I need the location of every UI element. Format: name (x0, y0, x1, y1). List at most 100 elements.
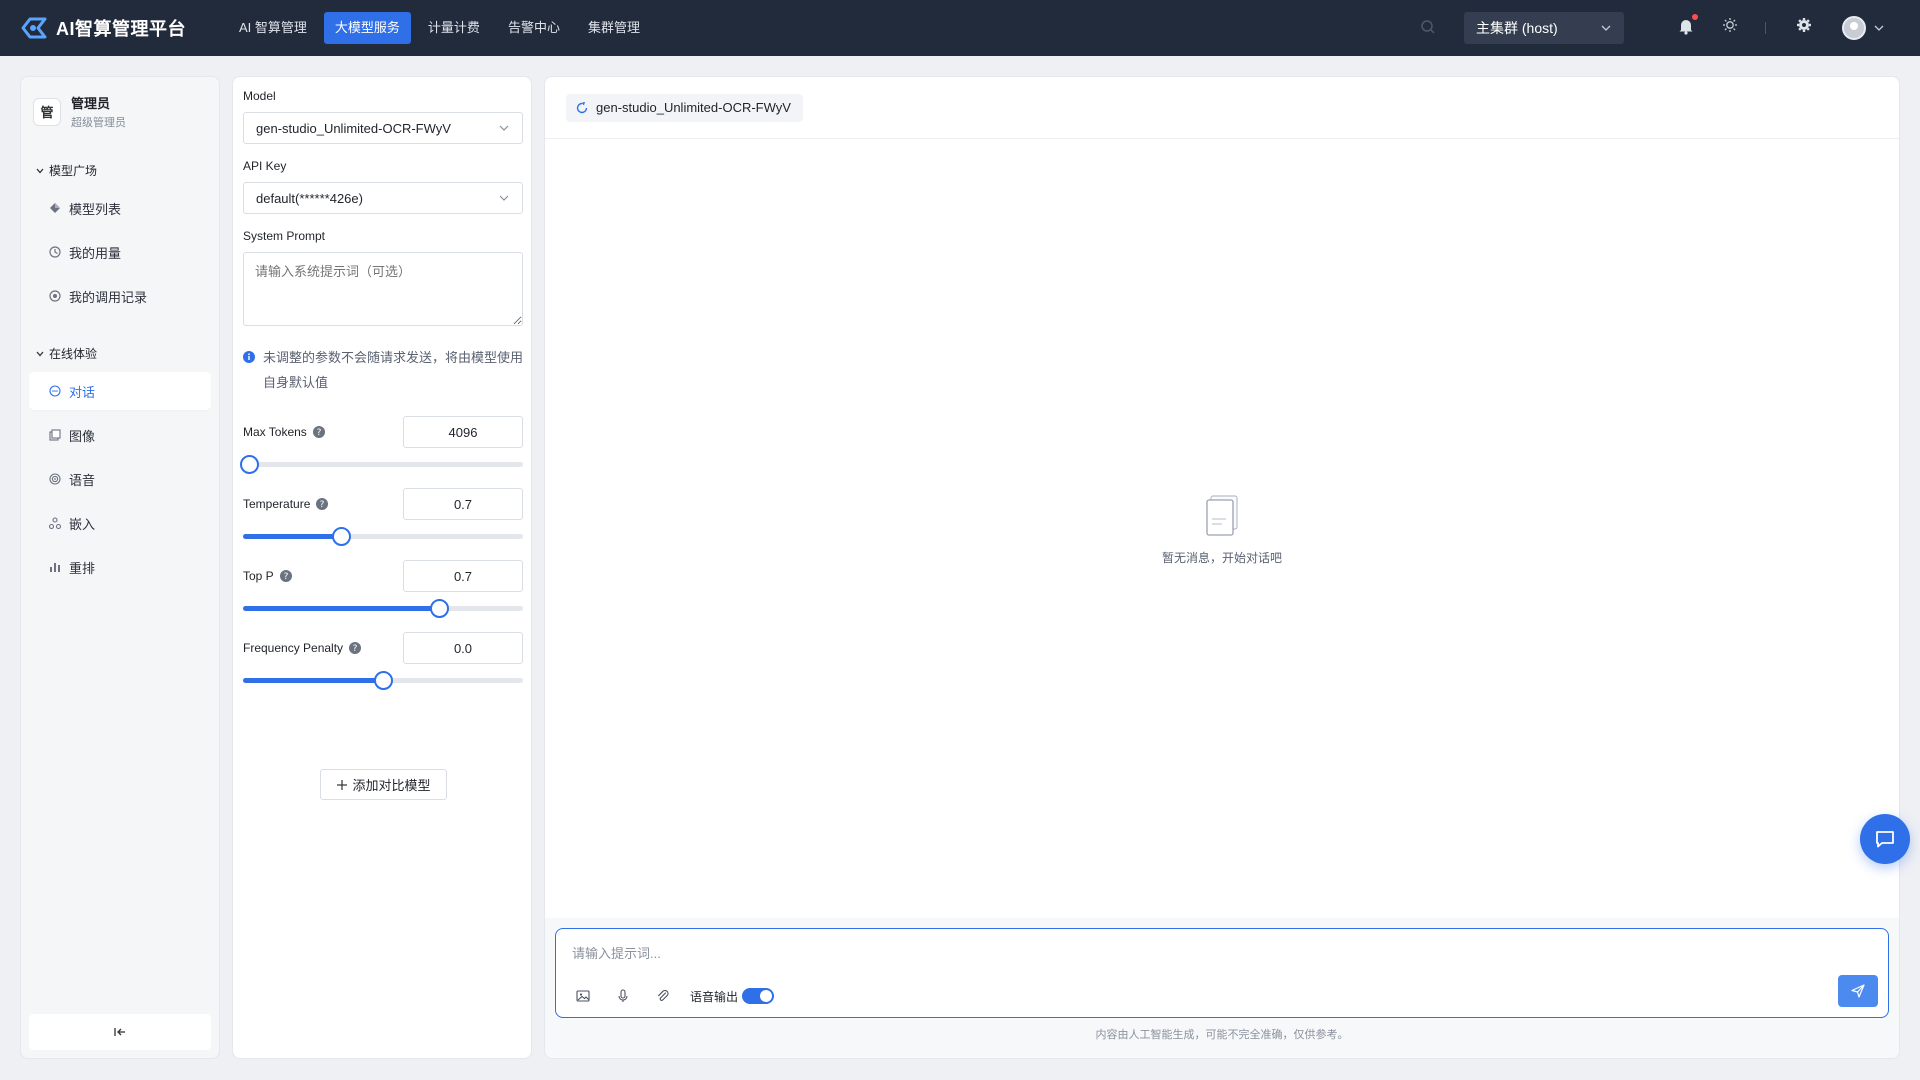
param-frequency-penalty: Frequency Penalty ? 0.0 (243, 632, 523, 664)
sidebar-item-label: 图像 (69, 428, 96, 444)
gear-icon[interactable] (1796, 17, 1812, 33)
paperclip-icon[interactable] (650, 983, 676, 1009)
user-name: 管理员 (71, 96, 111, 111)
frequency-penalty-input[interactable]: 0.0 (403, 632, 523, 664)
help-icon: ? (349, 642, 362, 654)
model-select[interactable]: gen-studio_Unlimited-OCR-FWyV (243, 112, 523, 144)
help-icon: ? (316, 498, 329, 510)
cluster-select[interactable]: 主集群 (host) (1464, 12, 1624, 44)
send-button[interactable] (1838, 975, 1878, 1007)
sidebar-item-call-records[interactable]: 我的调用记录 (29, 277, 211, 315)
prompt-input[interactable]: 请输入提示词... (572, 943, 661, 962)
cluster-name: 主集群 (host) (1476, 20, 1558, 36)
divider (1765, 22, 1766, 34)
param-max-tokens: Max Tokens ? 4096 (243, 416, 523, 448)
info-icon (243, 351, 255, 363)
sidebar-item-chat[interactable]: 对话 (29, 372, 211, 410)
microphone-icon[interactable] (610, 983, 636, 1009)
help-icon: ? (279, 570, 292, 582)
add-compare-label: 添加对比模型 (352, 778, 431, 793)
sidebar-item-label: 模型列表 (69, 201, 122, 217)
message-icon (1876, 831, 1894, 848)
usage-icon (49, 246, 61, 258)
sidebar: 管 管理员 超级管理员 模型广场 模型列表 我的用量 我的调用记录 在线体验 对… (20, 76, 220, 1059)
audio-icon (49, 473, 61, 485)
top-p-input[interactable]: 0.7 (403, 560, 523, 592)
chat-header: gen-studio_Unlimited-OCR-FWyV (545, 77, 1899, 139)
svg-text:?: ? (283, 572, 288, 582)
avatar[interactable] (1842, 16, 1866, 40)
nav-billing[interactable]: 计量计费 (417, 12, 491, 44)
user-badge: 管 (33, 97, 61, 126)
slider-handle[interactable] (374, 671, 393, 690)
svg-text:?: ? (316, 428, 321, 438)
collapse-sidebar-button[interactable] (29, 1014, 211, 1050)
bell-icon[interactable] (1678, 17, 1694, 35)
model-select-value: gen-studio_Unlimited-OCR-FWyV (256, 120, 451, 136)
params-panel: Model gen-studio_Unlimited-OCR-FWyV API … (232, 76, 532, 1059)
model-chip-label: gen-studio_Unlimited-OCR-FWyV (596, 100, 791, 115)
composer-area: 请输入提示词... 语音输出 内容由人工智能生成，可能不完全准确，仅供参考。 (545, 918, 1899, 1058)
group-model-square[interactable]: 模型广场 (35, 162, 97, 179)
plus-icon (337, 779, 348, 790)
frequency-penalty-slider[interactable] (243, 670, 523, 690)
image-upload-icon[interactable] (570, 983, 596, 1009)
chevron-down-icon (1600, 22, 1612, 34)
sidebar-item-usage[interactable]: 我的用量 (29, 233, 211, 271)
sun-icon[interactable] (1722, 17, 1738, 33)
record-icon (49, 290, 61, 302)
notification-dot (1692, 14, 1698, 20)
voice-output-label: 语音输出 (690, 989, 739, 1004)
temperature-slider[interactable] (243, 526, 523, 546)
chevron-down-icon (498, 192, 510, 204)
system-prompt-label: System Prompt (243, 229, 326, 243)
param-notice-text: 未调整的参数不会随请求发送，将由模型使用自身默认值 (263, 350, 524, 390)
temperature-input[interactable]: 0.7 (403, 488, 523, 520)
voice-output-toggle[interactable] (742, 988, 775, 1004)
slider-handle[interactable] (332, 527, 351, 546)
max-tokens-slider[interactable] (239, 454, 523, 474)
group-title-label: 模型广场 (49, 164, 98, 178)
nav-ai-compute[interactable]: AI 智算管理 (228, 12, 318, 44)
main-nav: AI 智算管理 大模型服务 计量计费 告警中心 集群管理 (228, 12, 657, 44)
add-compare-model-button[interactable]: 添加对比模型 (320, 769, 447, 800)
sidebar-item-image[interactable]: 图像 (29, 416, 211, 454)
sidebar-item-embed[interactable]: 嵌入 (29, 504, 211, 542)
help-icon: ? (312, 426, 325, 438)
logo-icon (20, 16, 48, 40)
embed-icon (49, 517, 61, 529)
param-name: Max Tokens (243, 425, 307, 439)
user-card: 管 管理员 超级管理员 (21, 77, 219, 130)
search-icon[interactable] (1420, 19, 1436, 35)
system-prompt-input[interactable] (243, 252, 523, 326)
sidebar-item-label: 对话 (69, 384, 96, 400)
model-chip[interactable]: gen-studio_Unlimited-OCR-FWyV (566, 93, 803, 122)
nav-alerts[interactable]: 告警中心 (497, 12, 571, 44)
sidebar-item-rerank[interactable]: 重排 (29, 548, 211, 586)
floating-chat-button[interactable] (1860, 814, 1910, 864)
max-tokens-input[interactable]: 4096 (403, 416, 523, 448)
user-role: 超级管理员 (71, 117, 126, 129)
empty-state: 暂无消息，开始对话吧 (545, 495, 1899, 566)
chevron-down-icon[interactable] (1873, 22, 1885, 34)
rerank-icon (50, 563, 60, 572)
svg-text:?: ? (320, 500, 325, 510)
sidebar-item-model-list[interactable]: 模型列表 (29, 189, 211, 227)
slider-handle[interactable] (239, 455, 259, 474)
sidebar-item-audio[interactable]: 语音 (29, 460, 211, 498)
chevron-down-icon (36, 351, 44, 356)
composer-tools: 语音输出 (570, 983, 775, 1009)
nav-cluster[interactable]: 集群管理 (577, 12, 651, 44)
apikey-select[interactable]: default(******426e) (243, 182, 523, 214)
sidebar-item-label: 我的用量 (69, 245, 122, 261)
chat-panel: gen-studio_Unlimited-OCR-FWyV 暂无消息，开始对话吧… (544, 76, 1900, 1059)
chat-icon (49, 385, 61, 397)
param-name: Temperature (243, 497, 311, 511)
brand[interactable]: AI智算管理平台 (20, 15, 210, 41)
group-online-trial[interactable]: 在线体验 (35, 345, 97, 362)
document-icon (1206, 495, 1238, 536)
slider-handle[interactable] (430, 599, 449, 618)
model-label: Model (243, 89, 276, 103)
top-p-slider[interactable] (243, 598, 523, 618)
nav-llm-service[interactable]: 大模型服务 (323, 12, 411, 44)
